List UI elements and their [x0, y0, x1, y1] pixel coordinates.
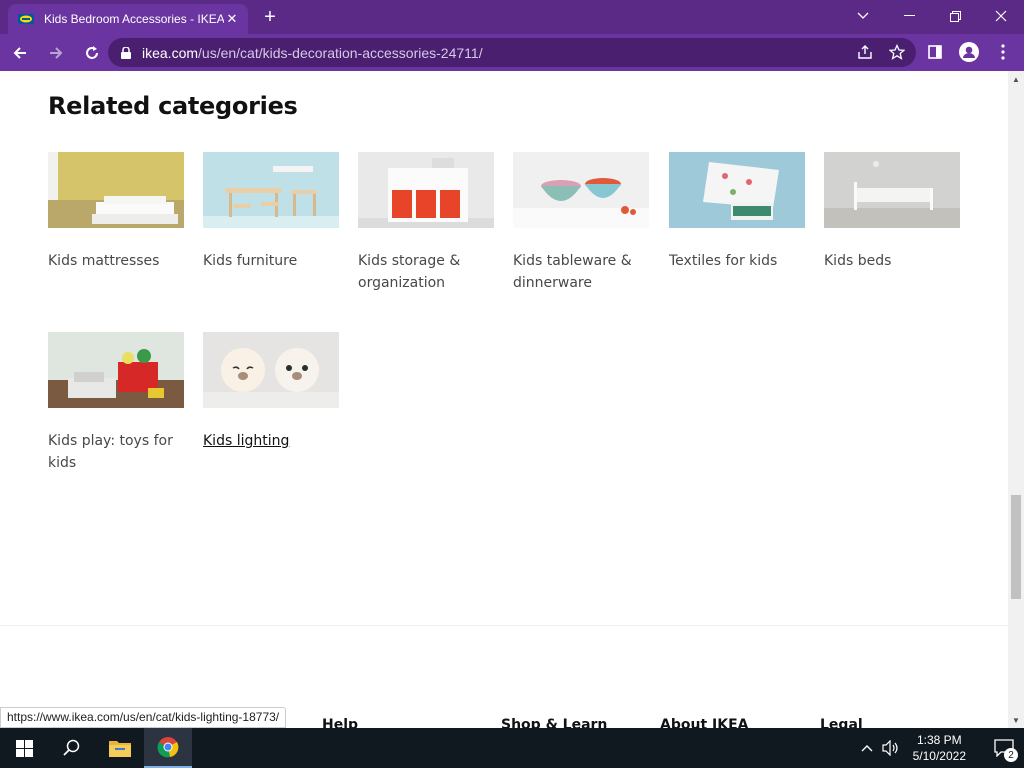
category-label[interactable]: Kids tableware & dinnerware: [513, 250, 649, 294]
category-card-kids-mattresses[interactable]: Kids mattresses: [48, 152, 184, 272]
kids-tableware-image[interactable]: [513, 152, 649, 228]
tray-chevron-up-icon[interactable]: [855, 728, 879, 768]
scroll-up-arrow-icon[interactable]: ▲: [1008, 71, 1024, 87]
system-tray: 1:38 PM 5/10/2022 2: [855, 728, 1024, 768]
category-card-kids-tableware[interactable]: Kids tableware & dinnerware: [513, 152, 649, 294]
clock-time: 1:38 PM: [916, 733, 962, 747]
page-content: Related categories Kids mattresses Kids …: [0, 71, 1008, 728]
category-label[interactable]: Textiles for kids: [669, 250, 805, 272]
footer-shop-learn-heading[interactable]: Shop & Learn: [501, 717, 607, 728]
tab-strip: Kids Bedroom Accessories - IKEA ✕ +: [0, 0, 1024, 34]
category-label[interactable]: Kids mattresses: [48, 250, 184, 272]
browser-tab[interactable]: Kids Bedroom Accessories - IKEA ✕: [8, 4, 248, 34]
notification-center-icon[interactable]: 2: [984, 728, 1024, 768]
kids-beds-image[interactable]: [824, 152, 960, 228]
category-card-kids-play[interactable]: Kids play: toys for kids: [48, 332, 184, 474]
start-button[interactable]: [0, 728, 48, 768]
link-status-bubble: https://www.ikea.com/us/en/cat/kids-ligh…: [0, 707, 287, 728]
kids-furniture-image[interactable]: [203, 152, 339, 228]
search-icon[interactable]: [48, 728, 96, 768]
back-button[interactable]: [4, 37, 36, 69]
bookmark-star-icon[interactable]: [888, 43, 906, 61]
category-label[interactable]: Kids lighting: [203, 430, 339, 452]
omnibox-actions: [856, 43, 906, 61]
category-label[interactable]: Kids furniture: [203, 250, 339, 272]
new-tab-button[interactable]: +: [258, 6, 282, 28]
url-host: ikea.com: [142, 44, 199, 61]
file-explorer-icon[interactable]: [96, 728, 144, 768]
tab-close-icon[interactable]: ✕: [224, 11, 240, 27]
browser-toolbar: ikea.com/us/en/cat/kids-decoration-acces…: [0, 34, 1024, 71]
forward-button[interactable]: [40, 37, 72, 69]
category-label[interactable]: Kids play: toys for kids: [48, 430, 184, 474]
chrome-taskbar-icon[interactable]: [144, 728, 192, 768]
profile-avatar-icon[interactable]: [956, 38, 982, 66]
tab-search-icon[interactable]: [840, 0, 886, 32]
footer-help-heading[interactable]: Help: [322, 717, 358, 728]
taskbar-clock[interactable]: 1:38 PM 5/10/2022: [913, 732, 966, 764]
related-categories-heading: Related categories: [48, 92, 298, 120]
notification-count-badge: 2: [1004, 748, 1018, 762]
url-path: /us/en/cat/kids-decoration-accessories-2…: [198, 44, 483, 61]
category-label[interactable]: Kids storage & organization: [358, 250, 494, 294]
kids-storage-image[interactable]: [358, 152, 494, 228]
category-card-kids-storage[interactable]: Kids storage & organization: [358, 152, 494, 294]
ikea-favicon-icon: [18, 11, 34, 27]
footer-about-heading[interactable]: About IKEA: [660, 717, 748, 728]
page-scrollbar[interactable]: ▲ ▼: [1008, 71, 1024, 728]
category-card-kids-beds[interactable]: Kids beds: [824, 152, 960, 272]
footer-legal-heading[interactable]: Legal: [820, 717, 863, 728]
close-window-button[interactable]: [978, 0, 1024, 32]
volume-icon[interactable]: [879, 728, 903, 768]
clock-date: 5/10/2022: [912, 749, 966, 763]
restore-button[interactable]: [932, 0, 978, 32]
url-text: ikea.com/us/en/cat/kids-decoration-acces…: [142, 45, 483, 61]
category-card-textiles-for-kids[interactable]: Textiles for kids: [669, 152, 805, 272]
reload-button[interactable]: [76, 37, 108, 69]
share-icon[interactable]: [856, 43, 874, 61]
category-card-kids-furniture[interactable]: Kids furniture: [203, 152, 339, 272]
side-panel-icon[interactable]: [922, 38, 948, 66]
address-bar[interactable]: ikea.com/us/en/cat/kids-decoration-acces…: [108, 38, 916, 67]
textiles-for-kids-image[interactable]: [669, 152, 805, 228]
scroll-thumb[interactable]: [1011, 495, 1021, 599]
category-label[interactable]: Kids beds: [824, 250, 960, 272]
kids-play-image[interactable]: [48, 332, 184, 408]
menu-kebab-icon[interactable]: [990, 38, 1016, 66]
minimize-button[interactable]: [886, 0, 932, 32]
kids-mattresses-image[interactable]: [48, 152, 184, 228]
lock-icon[interactable]: [118, 45, 134, 61]
tab-title: Kids Bedroom Accessories - IKEA: [44, 12, 224, 26]
kids-lighting-image[interactable]: [203, 332, 339, 408]
category-card-kids-lighting[interactable]: Kids lighting: [203, 332, 339, 452]
windows-taskbar: 1:38 PM 5/10/2022 2: [0, 728, 1024, 768]
window-controls: [840, 0, 1024, 32]
scroll-down-arrow-icon[interactable]: ▼: [1008, 712, 1024, 728]
toolbar-right: [922, 38, 1016, 66]
